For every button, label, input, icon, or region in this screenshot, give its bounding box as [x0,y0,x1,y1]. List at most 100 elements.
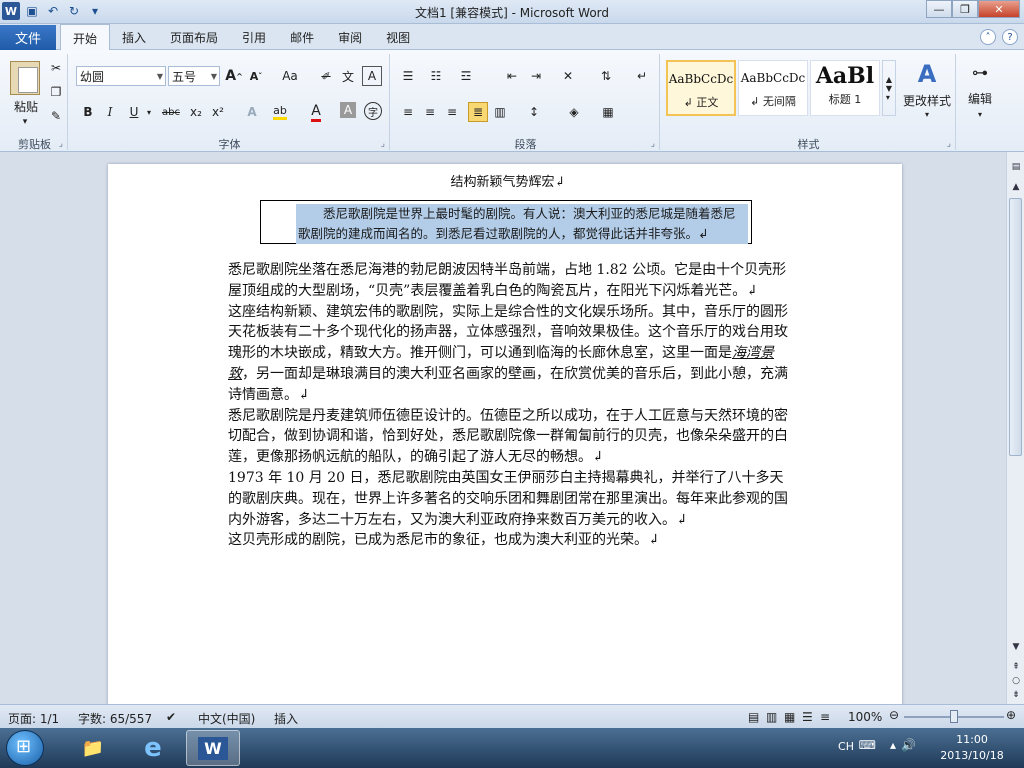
tab-view[interactable]: 视图 [374,24,422,50]
styles-scroll[interactable]: ▲ ▼ ▾ [882,60,896,116]
enclose-chars-button[interactable]: 字 [364,102,382,120]
format-painter-icon[interactable]: ✎ [46,106,66,126]
clock[interactable]: 11:00 2013/10/18 [936,732,1008,764]
zoom-in-icon[interactable]: ⊕ [1006,708,1016,722]
paste-button[interactable] [8,58,42,98]
borders-icon[interactable]: ▦ [598,102,618,122]
selected-quote-text[interactable]: 悉尼歌剧院是世界上最时髦的剧院。有人说：澳大利亚的悉尼城是随着悉尼歌剧院的建成而… [296,204,748,244]
ime-indicator[interactable]: CH [838,740,854,753]
word-count[interactable]: 字数: 65/557 [78,710,152,727]
superscript-button[interactable]: x² [208,102,228,122]
outline-view-icon[interactable]: ☰ [802,710,813,724]
change-styles-button[interactable]: 更改样式 [900,92,954,108]
copy-icon[interactable]: ❐ [46,82,66,102]
tab-references[interactable]: 引用 [230,24,278,50]
italic-button[interactable]: I [100,102,120,122]
font-color-button[interactable]: A [306,102,326,122]
show-marks-icon[interactable]: ↵ [632,66,652,86]
align-center-icon[interactable]: ≡ [420,102,440,122]
previous-page-icon[interactable]: ⇞ [1009,660,1023,674]
scroll-up-icon[interactable]: ▲ [1009,180,1023,194]
bold-button[interactable]: B [78,102,98,122]
zoom-out-icon[interactable]: ⊖ [889,708,899,722]
help-icon[interactable]: ? [1002,29,1018,45]
next-page-icon[interactable]: ⇟ [1009,688,1023,702]
ie-taskbar-icon[interactable]: e [126,730,180,766]
font-size-combo[interactable]: 五号 ▼ [168,66,220,86]
paragraph-launcher-icon[interactable]: ⌟ [651,139,655,149]
document-paragraphs[interactable]: 悉尼歌剧院坐落在悉尼海港的勃尼朗波因特半岛前端，占地 1.82 公顷。它是由十个… [228,260,788,551]
close-button[interactable]: ✕ [978,0,1020,18]
phonetic-guide-icon[interactable]: 文 [338,66,358,86]
highlight-button[interactable]: ab [270,102,290,122]
grow-font-button[interactable]: A ^ [224,66,244,86]
insert-mode-indicator[interactable]: 插入 [274,710,298,727]
tab-mailings[interactable]: 邮件 [278,24,326,50]
zoom-slider-thumb[interactable] [950,710,958,723]
chevron-down-icon[interactable]: ▾ [974,108,986,120]
scrollbar-thumb[interactable] [1009,198,1022,456]
restore-button[interactable]: ❐ [952,0,978,18]
change-case-button[interactable]: Aa [276,66,304,86]
page-count[interactable]: 页面: 1/1 [8,710,59,727]
style-no-spacing[interactable]: AaBbCcDc ↲ 无间隔 [738,60,808,116]
editing-button[interactable]: 编辑 [960,90,1000,106]
text-effects-button[interactable]: A [242,102,262,122]
ruler-toggle-icon[interactable]: ▤ [1009,160,1023,174]
char-border-icon[interactable]: A [362,66,382,86]
minimize-ribbon-icon[interactable]: ˄ [980,29,996,45]
tab-home[interactable]: 开始 [60,24,111,51]
start-button[interactable] [6,730,44,766]
paste-dropdown-icon[interactable]: ▾ [10,116,40,128]
tab-file[interactable]: 文件 [0,25,56,50]
print-layout-view-icon[interactable]: ▤ [748,710,759,724]
style-heading-1[interactable]: AaBl 标题 1 [810,60,880,116]
increase-indent-icon[interactable]: ⇥ [526,66,546,86]
multilevel-list-icon[interactable]: ☲ [456,66,476,86]
chinese-layout-icon[interactable]: ✕ [558,66,578,86]
proofing-icon[interactable]: ✔ [166,710,176,724]
web-layout-view-icon[interactable]: ▦ [784,710,795,724]
minimize-button[interactable]: — [926,0,952,18]
browse-object-icon[interactable]: ○ [1009,674,1023,688]
keyboard-icon[interactable]: ⌨ [859,738,876,752]
shrink-font-button[interactable]: Aˇ [246,66,266,86]
full-screen-view-icon[interactable]: ▥ [766,710,777,724]
volume-icon[interactable]: 🔊 [901,738,916,752]
tray-arrow-icon[interactable]: ▴ [890,738,896,752]
align-left-icon[interactable]: ≡ [398,102,418,122]
cut-icon[interactable]: ✂ [46,58,66,78]
change-styles-icon[interactable]: A [902,58,952,90]
tab-page-layout[interactable]: 页面布局 [158,24,230,50]
chevron-down-icon[interactable]: ▾ [920,108,934,120]
font-launcher-icon[interactable]: ⌟ [381,139,385,149]
draft-view-icon[interactable]: ≡ [820,710,830,724]
char-shading-button[interactable]: A [340,102,356,118]
align-right-icon[interactable]: ≡ [442,102,462,122]
style-normal[interactable]: AaBbCcDc ↲ 正文 [666,60,736,116]
clear-formatting-icon[interactable]: ✐ [316,66,336,86]
strikethrough-button[interactable]: abc [158,102,184,122]
underline-button[interactable]: U [124,102,144,122]
tab-review[interactable]: 审阅 [326,24,374,50]
justify-icon[interactable]: ≣ [468,102,488,122]
clipboard-launcher-icon[interactable]: ⌟ [59,139,63,149]
sort-icon[interactable]: ⇅ [596,66,616,86]
explorer-taskbar-icon[interactable]: 📁 [66,730,120,766]
styles-launcher-icon[interactable]: ⌟ [947,139,951,149]
language-indicator[interactable]: 中文(中国) [198,710,255,727]
tab-insert[interactable]: 插入 [110,24,158,50]
underline-dropdown-icon[interactable]: ▾ [144,102,154,122]
line-spacing-icon[interactable]: ↕ [524,102,544,122]
word-taskbar-icon[interactable]: W [186,730,240,766]
vertical-scrollbar[interactable]: ▤ ▲ ▼ ⇞ ○ ⇟ [1006,152,1024,704]
subscript-button[interactable]: x₂ [186,102,206,122]
font-name-combo[interactable]: 幼圆 ▼ [76,66,166,86]
scroll-down-icon[interactable]: ▼ [1009,640,1023,654]
distributed-icon[interactable]: ▥ [490,102,510,122]
find-binoculars-icon[interactable]: ⊶ [964,58,996,86]
document-page[interactable]: 结构新颖气势辉宏↲ 悉尼歌剧院是世界上最时髦的剧院。有人说：澳大利亚的悉尼城是随… [108,164,902,704]
decrease-indent-icon[interactable]: ⇤ [502,66,522,86]
numbering-icon[interactable]: ☷ [426,66,446,86]
zoom-level[interactable]: 100% [848,710,882,724]
